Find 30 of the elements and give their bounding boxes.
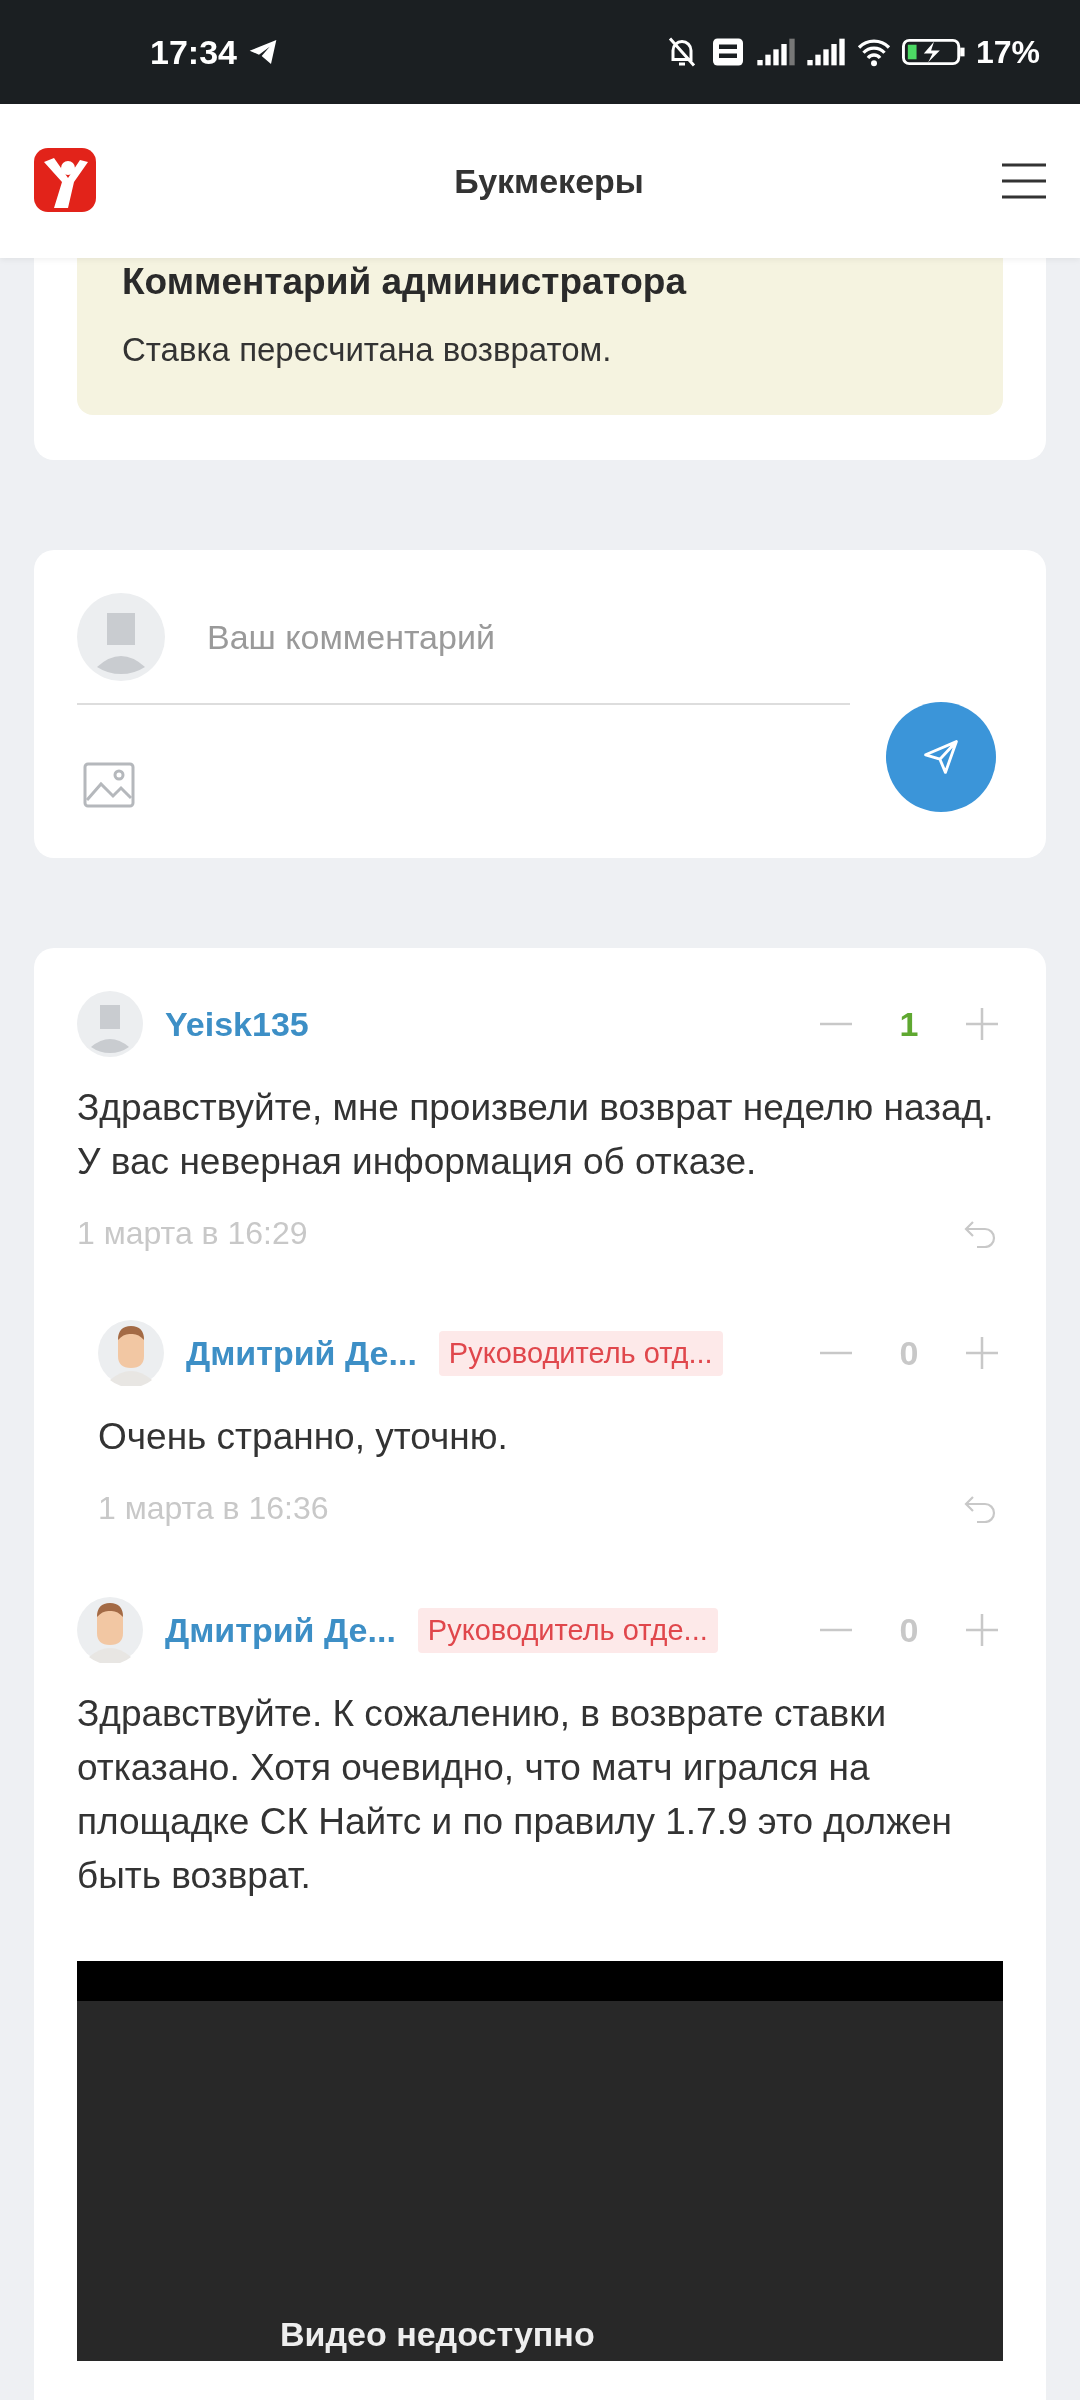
comment-input[interactable]: Ваш комментарий bbox=[207, 617, 850, 657]
vote-score: 1 bbox=[898, 1004, 920, 1044]
avatar-icon bbox=[77, 1597, 143, 1663]
admin-comment-text: Ставка пересчитана возвратом. bbox=[122, 330, 613, 370]
plus-icon[interactable] bbox=[965, 1336, 999, 1370]
role-badge: Руководитель отд... bbox=[438, 1330, 723, 1376]
plus-icon[interactable] bbox=[965, 1007, 999, 1041]
admin-comment-title: Комментарий администратора bbox=[122, 260, 688, 304]
clock: 17:34 bbox=[150, 32, 237, 72]
comment-text: Очень странно, уточню. bbox=[98, 1415, 509, 1459]
signal-icon bbox=[805, 36, 846, 68]
author-name[interactable]: Yeisk135 bbox=[165, 1004, 309, 1044]
plus-icon[interactable] bbox=[965, 1613, 999, 1647]
author-name[interactable]: Дмитрий Де... bbox=[186, 1333, 417, 1373]
video-message: Видео недоступно bbox=[280, 2315, 595, 2354]
avatar-icon bbox=[98, 1320, 164, 1386]
battery-percent: 17% bbox=[975, 33, 1040, 71]
avatar-icon bbox=[77, 593, 165, 681]
image-icon[interactable] bbox=[83, 762, 135, 808]
video-player[interactable]: Видео недоступно bbox=[77, 1961, 1003, 2361]
author-name[interactable]: Дмитрий Де... bbox=[165, 1610, 396, 1650]
comment-text: Здравствуйте, мне произвели возврат неделю назад. У вас неверная информация об отказе. bbox=[77, 1086, 995, 1184]
reply-icon[interactable] bbox=[963, 1493, 997, 1523]
role-badge: Руководитель отде... bbox=[417, 1607, 718, 1653]
avatar-icon bbox=[77, 991, 143, 1057]
page-title: Букмекеры bbox=[453, 161, 645, 201]
signal-icon bbox=[755, 36, 796, 68]
menu-icon[interactable] bbox=[1000, 161, 1048, 201]
reply-icon[interactable] bbox=[963, 1218, 997, 1248]
comment-text: Здравствуйте. К сожалению, в возврате ставки отказано. Хотя очевидно, что матч игрался на площадке СК Найтс и по правилу 1.7.9 это должен быть возврат. bbox=[77, 1692, 953, 1898]
